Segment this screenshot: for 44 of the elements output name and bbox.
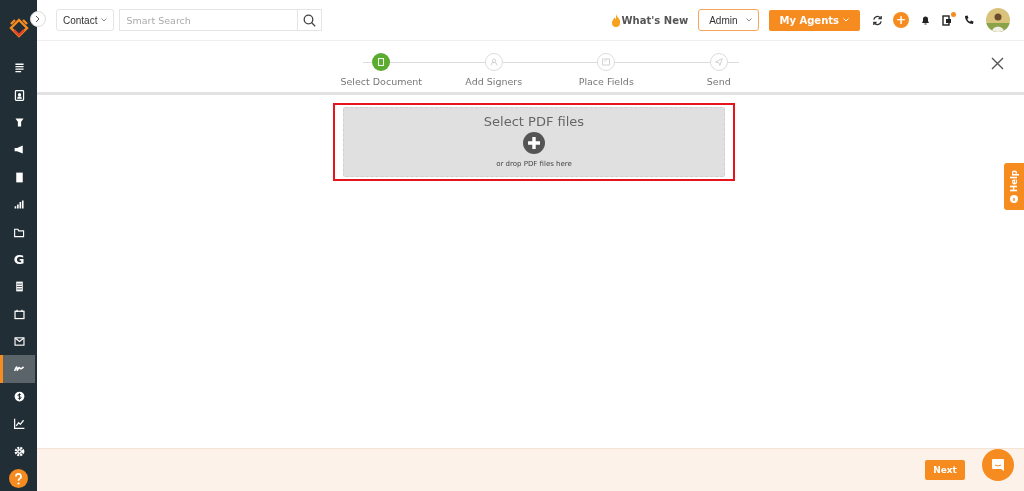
search-field[interactable]: Smart Search: [119, 9, 298, 31]
list-icon: [12, 61, 26, 75]
close-icon: [991, 57, 1004, 70]
info-icon: [1010, 195, 1018, 203]
chevron-down-icon: [745, 18, 752, 22]
avatar[interactable]: [986, 8, 1010, 32]
chevron-right-icon: [35, 15, 41, 23]
step-icon: [487, 56, 500, 68]
refresh-icon: [872, 14, 883, 26]
chevron-down-icon: [843, 18, 849, 22]
mail-icon: [12, 335, 26, 349]
whats-new-link[interactable]: What's New: [610, 13, 689, 27]
phone-icon: [964, 15, 974, 25]
bell-icon: [921, 15, 930, 25]
bar-chart-icon: [12, 198, 26, 212]
sync-button[interactable]: [872, 14, 883, 26]
role-dropdown[interactable]: Admin: [698, 9, 759, 31]
close-button[interactable]: [991, 57, 1004, 70]
step-icon: [600, 56, 613, 68]
step-icon: [712, 56, 725, 68]
funnel-icon: [12, 115, 26, 129]
notifications-button[interactable]: [921, 15, 930, 25]
chevron-down-icon: [101, 18, 108, 22]
step-label: Send: [706, 76, 731, 87]
device-icon: [942, 14, 952, 26]
flame-icon: [610, 13, 621, 27]
help-icon[interactable]: [9, 469, 28, 488]
phone-button[interactable]: [964, 15, 974, 25]
logo-icon: [7, 18, 30, 40]
search-icon: [303, 13, 317, 27]
line-chart-icon: [12, 417, 26, 431]
contact-card-icon: [12, 88, 26, 102]
step-label: Add Signers: [465, 76, 523, 87]
step-label: Place Fields: [578, 76, 634, 87]
plus-circle-icon: [523, 132, 545, 154]
chat-icon: [991, 458, 1005, 472]
step-indicator[interactable]: [372, 53, 391, 71]
sidebar-item[interactable]: G: [0, 245, 35, 274]
drop-title: Select PDF files: [483, 114, 585, 129]
calendar-icon: [12, 307, 26, 321]
sidebar-toggle[interactable]: [30, 11, 46, 27]
step-label: Select Document: [340, 76, 422, 87]
module-dropdown[interactable]: Contact: [56, 9, 115, 31]
search-button[interactable]: [297, 9, 323, 31]
